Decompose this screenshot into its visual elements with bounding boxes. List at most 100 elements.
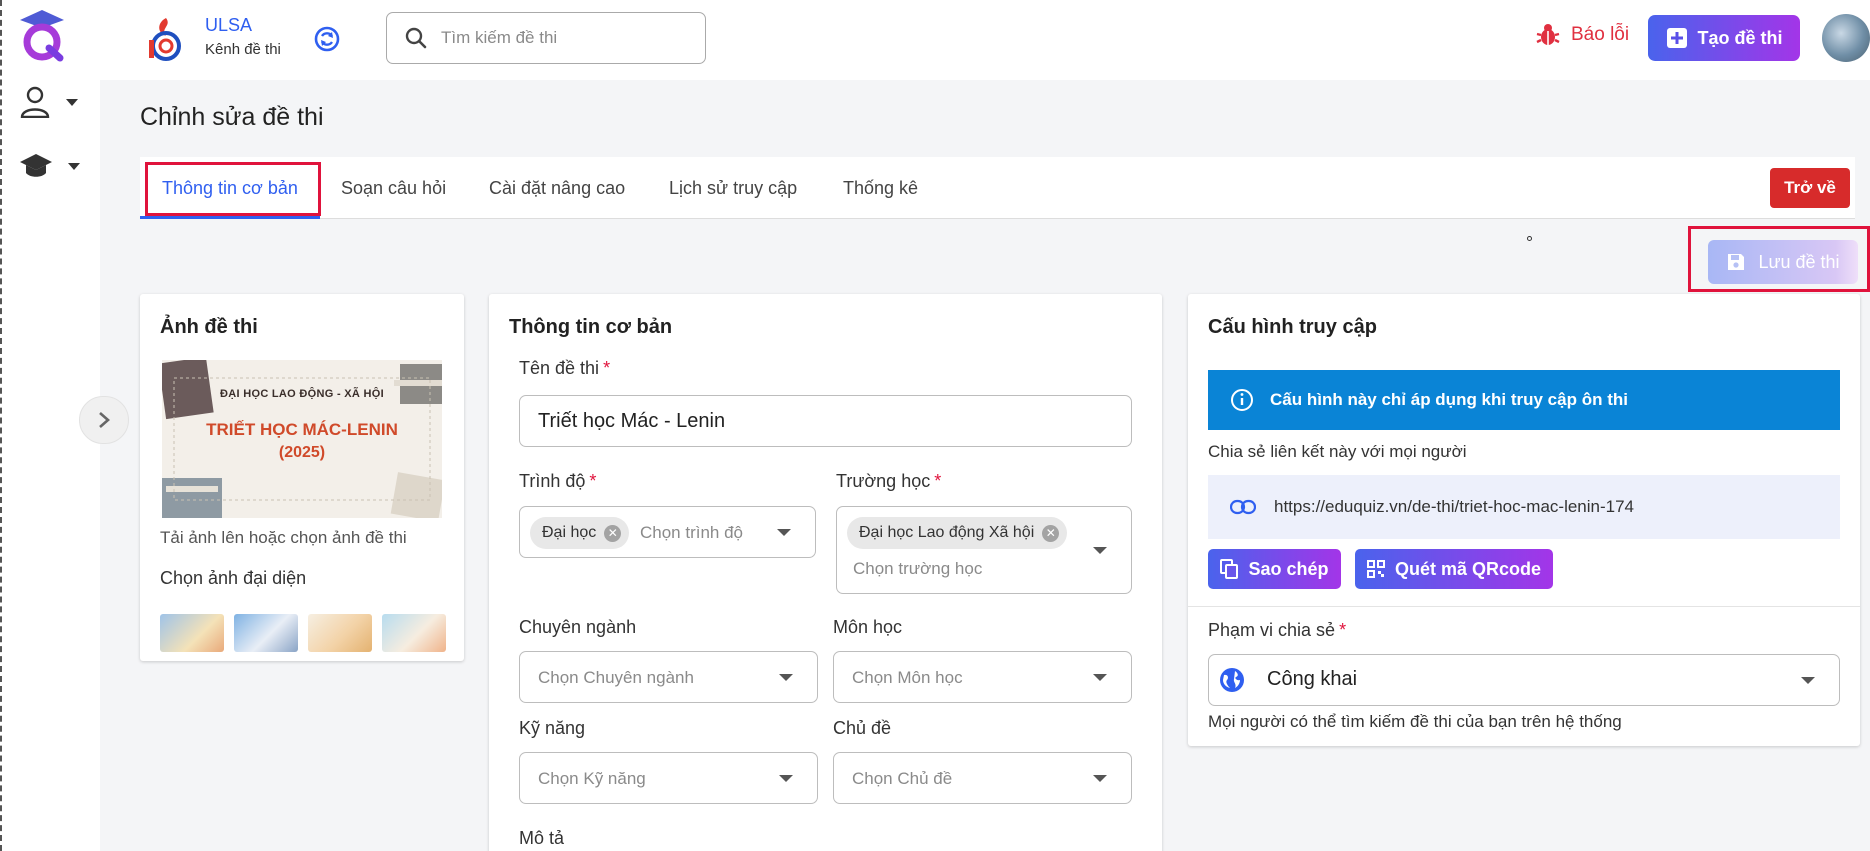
cover-title-text: TRIẾT HỌC MÁC-LENIN (206, 420, 398, 439)
school-chip-label: Đại học Lao động Xã hội (859, 524, 1035, 541)
back-button[interactable]: Trở về (1770, 168, 1850, 208)
topic-placeholder: Chọn Chủ đề (852, 769, 953, 788)
chevron-down-icon (66, 98, 78, 106)
sidebar-expand-button[interactable] (79, 396, 129, 444)
create-exam-button[interactable]: Tạo đề thi (1648, 15, 1800, 61)
school-label: Trường học * (836, 471, 942, 491)
topic-label: Chủ đề (833, 718, 892, 738)
chevron-right-icon (99, 412, 110, 428)
school-select[interactable]: Đại học Lao động Xã hội ✕ Chọn trường họ… (836, 506, 1132, 594)
link-icon (1230, 499, 1256, 515)
graduation-cap-icon (20, 154, 52, 177)
description-label: Mô tả (519, 828, 565, 848)
create-exam-label: Tạo đề thi (1697, 27, 1783, 48)
chevron-down-icon (1093, 547, 1107, 554)
subject-label: Môn học (833, 617, 903, 637)
chevron-down-icon (779, 674, 793, 681)
share-scope-hint: Mọi người có thể tìm kiếm đề thi của bạn… (1208, 712, 1622, 731)
search-input[interactable] (441, 28, 671, 48)
basic-card-title: Thông tin cơ bản (509, 316, 673, 338)
chevron-down-icon (1801, 677, 1815, 684)
share-link-url[interactable]: https://eduquiz.vn/de-thi/triet-hoc-mac-… (1274, 497, 1634, 517)
sync-icon[interactable] (312, 24, 342, 54)
cover-card-title: Ảnh đề thi (160, 316, 258, 338)
major-select[interactable]: Chọn Chuyên ngành (519, 651, 818, 703)
divider (1188, 606, 1860, 607)
choose-avatar-label: Chọn ảnh đại diện (160, 568, 307, 588)
chevron-down-icon (68, 162, 80, 170)
level-placeholder: Chọn trình độ (640, 523, 744, 542)
share-scope-select[interactable]: Công khai (1208, 654, 1840, 706)
share-scope-value: Công khai (1267, 668, 1358, 690)
report-bug-button[interactable]: Báo lỗi (1535, 22, 1629, 48)
ulsa-logo-icon (149, 18, 181, 61)
copy-icon (1220, 559, 1239, 579)
access-config-card: Cấu hình truy cập Cấu hình này chỉ áp dụ… (1188, 294, 1860, 746)
qr-code-button[interactable]: Quét mã QRcode (1355, 549, 1553, 589)
tab-advanced-settings[interactable]: Cài đặt nâng cao (489, 157, 625, 219)
level-chip: Đại học ✕ (530, 517, 630, 549)
info-icon (1231, 389, 1253, 411)
share-scope-label: Phạm vi chia sẻ * (1208, 620, 1347, 640)
access-info-text: Cấu hình này chỉ áp dụng khi truy cập ôn… (1270, 390, 1628, 409)
rail-user-menu[interactable] (20, 82, 90, 122)
cover-image[interactable]: ĐẠI HỌC LAO ĐỘNG - XÃ HỘI TRIẾT HỌC MÁC-… (162, 360, 442, 518)
tab-highlight-box (145, 162, 321, 216)
top-header: ULSA Kênh đề thi Báo lỗi (100, 0, 1870, 80)
basic-info-card: Thông tin cơ bản Tên đề thi * Triết học M… (489, 294, 1162, 851)
qr-code-label: Quét mã QRcode (1394, 558, 1542, 579)
subject-placeholder: Chọn Môn học (852, 668, 963, 687)
page-title: Chỉnh sửa đề thi (140, 103, 324, 131)
report-bug-label: Báo lỗi (1571, 24, 1630, 45)
cover-year-text: (2025) (278, 444, 326, 461)
bug-icon (1536, 24, 1560, 45)
copy-link-label: Sao chép (1248, 558, 1329, 579)
exam-name-label: Tên đề thi * (519, 358, 611, 378)
upload-hint[interactable]: Tải ảnh lên hoặc chọn ảnh đề thi (160, 528, 407, 548)
skill-label: Kỹ năng (519, 718, 586, 738)
copy-link-button[interactable]: Sao chép (1208, 549, 1341, 589)
search-icon (405, 27, 427, 49)
tab-bar: Thông tin cơ bản Soạn câu hỏi Cài đặt nâ… (140, 157, 1855, 219)
remove-chip-icon[interactable]: ✕ (1042, 524, 1060, 542)
brand-name: ULSA (205, 15, 253, 35)
cover-university-text: ĐẠI HỌC LAO ĐỘNG - XÃ HỘI (220, 388, 384, 400)
access-card-title: Cấu hình truy cập (1208, 316, 1377, 338)
avatar-option-3[interactable] (308, 614, 372, 652)
skill-select[interactable]: Chọn Kỹ năng (519, 752, 818, 804)
skill-placeholder: Chọn Kỹ năng (538, 769, 646, 788)
share-link-text: Chia sẻ liên kết này với mọi người (1208, 442, 1467, 461)
chevron-down-icon (779, 775, 793, 782)
exam-name-input[interactable]: Triết học Mác - Lenin (519, 395, 1132, 447)
level-chip-label: Đại học (542, 524, 597, 541)
tab-statistics[interactable]: Thống kê (843, 157, 918, 219)
stray-dot (1527, 236, 1532, 241)
brand-subtitle: Kênh đề thi (205, 41, 281, 58)
avatar-option-4[interactable] (382, 614, 446, 652)
tab-compose-questions[interactable]: Soạn câu hỏi (341, 157, 446, 219)
avatar-option-1[interactable] (160, 614, 224, 652)
level-label: Trình độ * (519, 471, 597, 491)
cover-image-card: Ảnh đề thi ĐẠI HỌC LAO ĐỘNG - XÃ HỘI TRI… (140, 294, 464, 661)
globe-icon (1220, 668, 1244, 692)
major-placeholder: Chọn Chuyên ngành (538, 668, 694, 687)
subject-select[interactable]: Chọn Môn học (833, 651, 1132, 703)
save-highlight-box (1688, 226, 1870, 292)
avatar[interactable] (1822, 14, 1870, 62)
topic-select[interactable]: Chọn Chủ đề (833, 752, 1132, 804)
chevron-down-icon (777, 529, 791, 536)
tab-access-history[interactable]: Lịch sử truy cập (669, 157, 797, 219)
level-select[interactable]: Đại học ✕ Chọn trình độ (519, 506, 816, 558)
major-label: Chuyên ngành (519, 617, 637, 637)
rail-course-menu[interactable] (20, 146, 90, 186)
qr-code-icon (1366, 560, 1385, 578)
add-box-icon (1666, 28, 1687, 48)
school-chip: Đại học Lao động Xã hội ✕ (847, 517, 1068, 549)
avatar-option-2[interactable] (234, 614, 298, 652)
access-info-banner: Cấu hình này chỉ áp dụng khi truy cập ôn… (1208, 370, 1840, 430)
share-link-box[interactable]: https://eduquiz.vn/de-thi/triet-hoc-mac-… (1208, 475, 1840, 539)
user-icon (20, 86, 50, 118)
app-logo-icon[interactable] (16, 6, 68, 62)
remove-chip-icon[interactable]: ✕ (604, 524, 622, 542)
search-box[interactable] (386, 12, 706, 64)
